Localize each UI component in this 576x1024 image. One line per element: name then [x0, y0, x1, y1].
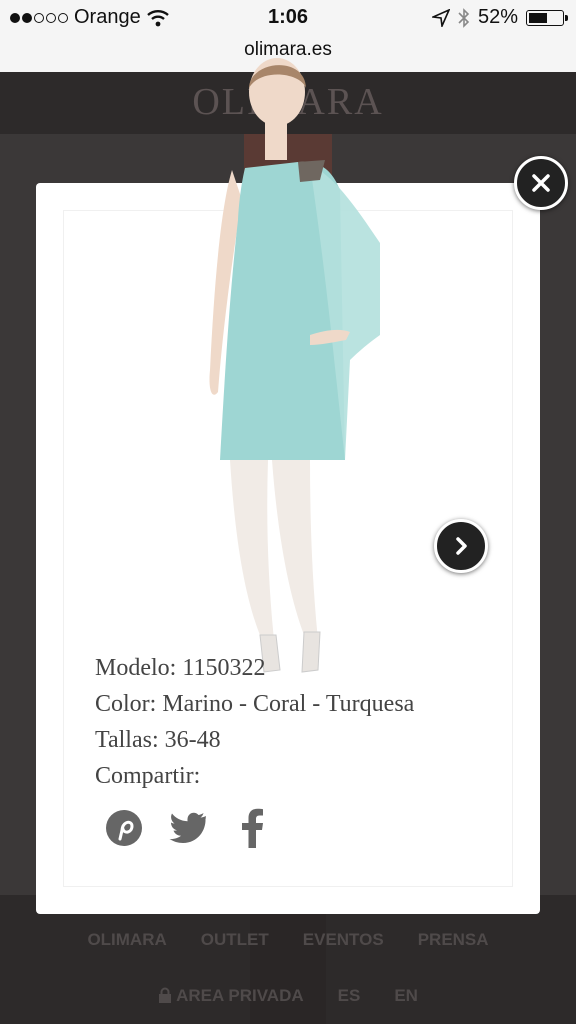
- pinterest-icon[interactable]: [104, 808, 144, 848]
- battery-icon: [526, 9, 568, 26]
- close-lightbox-button[interactable]: [514, 156, 568, 210]
- lock-icon: [159, 987, 172, 1003]
- share-label: Compartir:: [95, 763, 201, 789]
- footer-nav-secondary: AREA PRIVADA ES EN: [0, 986, 576, 1006]
- footer-link-olimara[interactable]: OLIMARA: [87, 930, 166, 950]
- footer-link-area-privada[interactable]: AREA PRIVADA: [158, 986, 304, 1006]
- color-options: Color: Marino - Coral - Turquesa: [95, 691, 415, 717]
- chevron-right-icon: [456, 537, 467, 555]
- next-image-button[interactable]: [434, 519, 488, 573]
- footer-link-label: AREA PRIVADA: [176, 986, 304, 1005]
- facebook-icon[interactable]: [232, 808, 272, 848]
- model-number: Modelo: 1150322: [95, 655, 266, 681]
- product-photo: [209, 58, 380, 673]
- bluetooth-icon: [458, 7, 470, 28]
- battery-percent: 52%: [477, 6, 518, 28]
- footer-link-outlet[interactable]: OUTLET: [201, 930, 269, 950]
- location-arrow-icon: [431, 8, 450, 27]
- size-range: Tallas: 36-48: [95, 727, 221, 753]
- twitter-icon[interactable]: [168, 808, 208, 848]
- status-bar: Orange 1:06 52%: [0, 0, 576, 38]
- footer-link-prensa[interactable]: PRENSA: [418, 930, 489, 950]
- footer-nav: OLIMARA OUTLET EVENTOS PRENSA: [0, 930, 576, 950]
- language-en[interactable]: EN: [394, 986, 418, 1006]
- language-es[interactable]: ES: [338, 986, 361, 1006]
- product-info: Modelo: 1150322 Color: Marino - Coral - …: [95, 650, 414, 794]
- close-icon: [532, 174, 550, 192]
- footer-link-eventos[interactable]: EVENTOS: [303, 930, 384, 950]
- share-buttons: [104, 808, 272, 848]
